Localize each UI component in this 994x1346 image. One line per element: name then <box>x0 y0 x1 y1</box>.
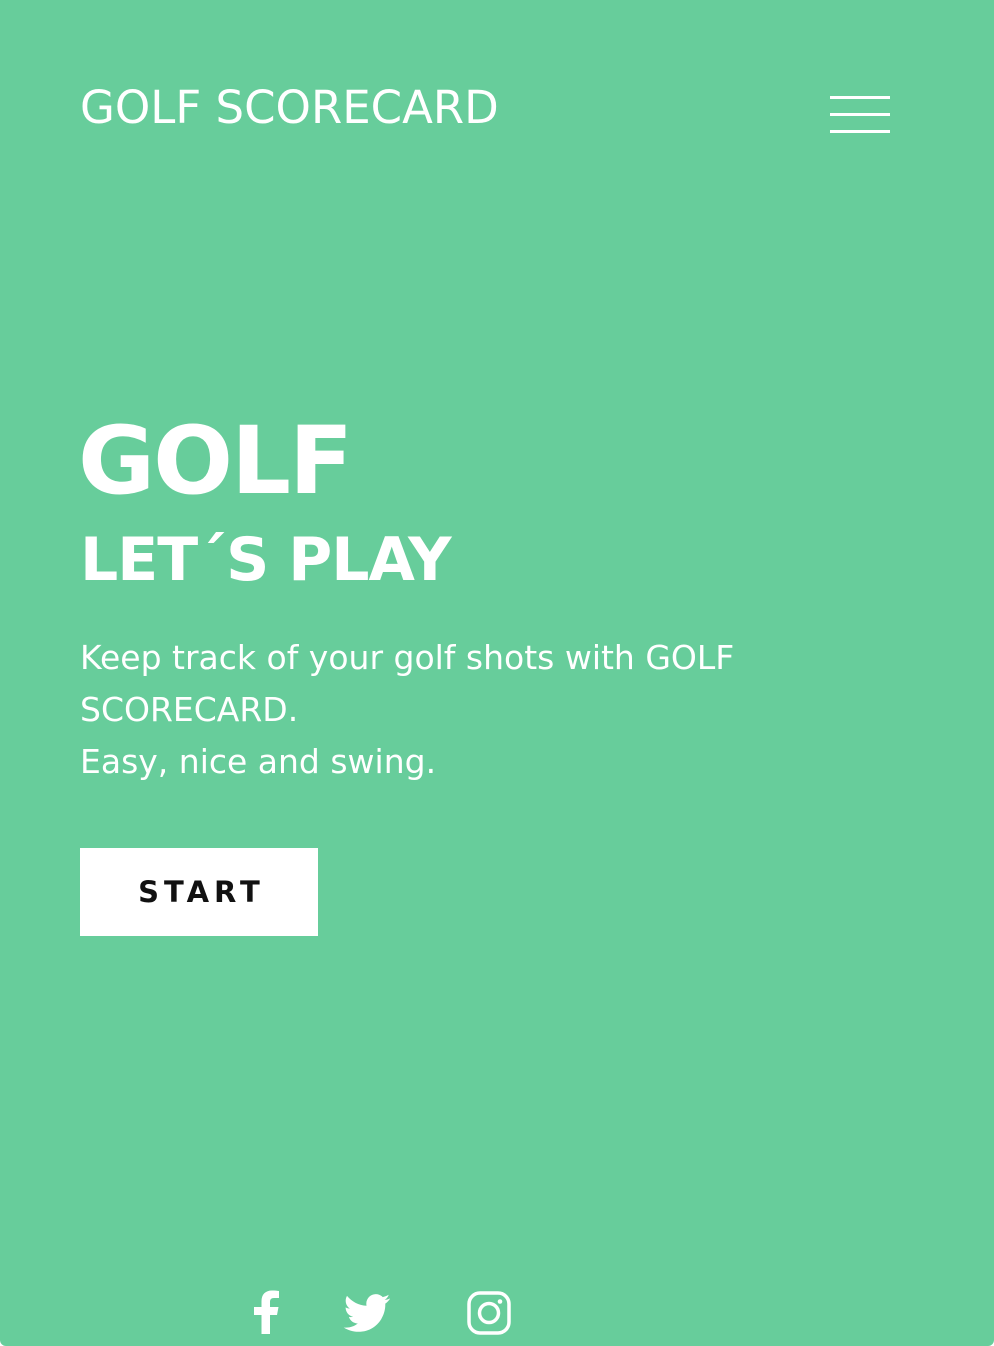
twitter-icon[interactable] <box>342 1288 392 1336</box>
hamburger-menu-icon-line <box>830 96 890 99</box>
hero-description-line: Easy, nice and swing. <box>80 742 437 781</box>
hero-title: GOLF <box>78 407 353 516</box>
facebook-icon[interactable] <box>248 1288 284 1336</box>
hero-description-line: Keep track of your golf shots with GOLF <box>80 638 735 677</box>
hero-description: Keep track of your golf shots with GOLF … <box>80 632 800 788</box>
start-button[interactable]: START <box>80 848 318 936</box>
hero-subtitle: LET´S PLAY <box>80 525 452 595</box>
menu-button[interactable] <box>828 94 892 138</box>
app-screen: GOLF SCORECARD GOLF LET´S PLAY Keep trac… <box>0 0 994 1346</box>
instagram-icon[interactable] <box>466 1288 512 1336</box>
hamburger-menu-icon-line <box>830 113 890 116</box>
brand-title: GOLF SCORECARD <box>80 81 499 134</box>
hamburger-menu-icon-line <box>830 130 890 133</box>
hero-description-line: SCORECARD. <box>80 690 299 729</box>
